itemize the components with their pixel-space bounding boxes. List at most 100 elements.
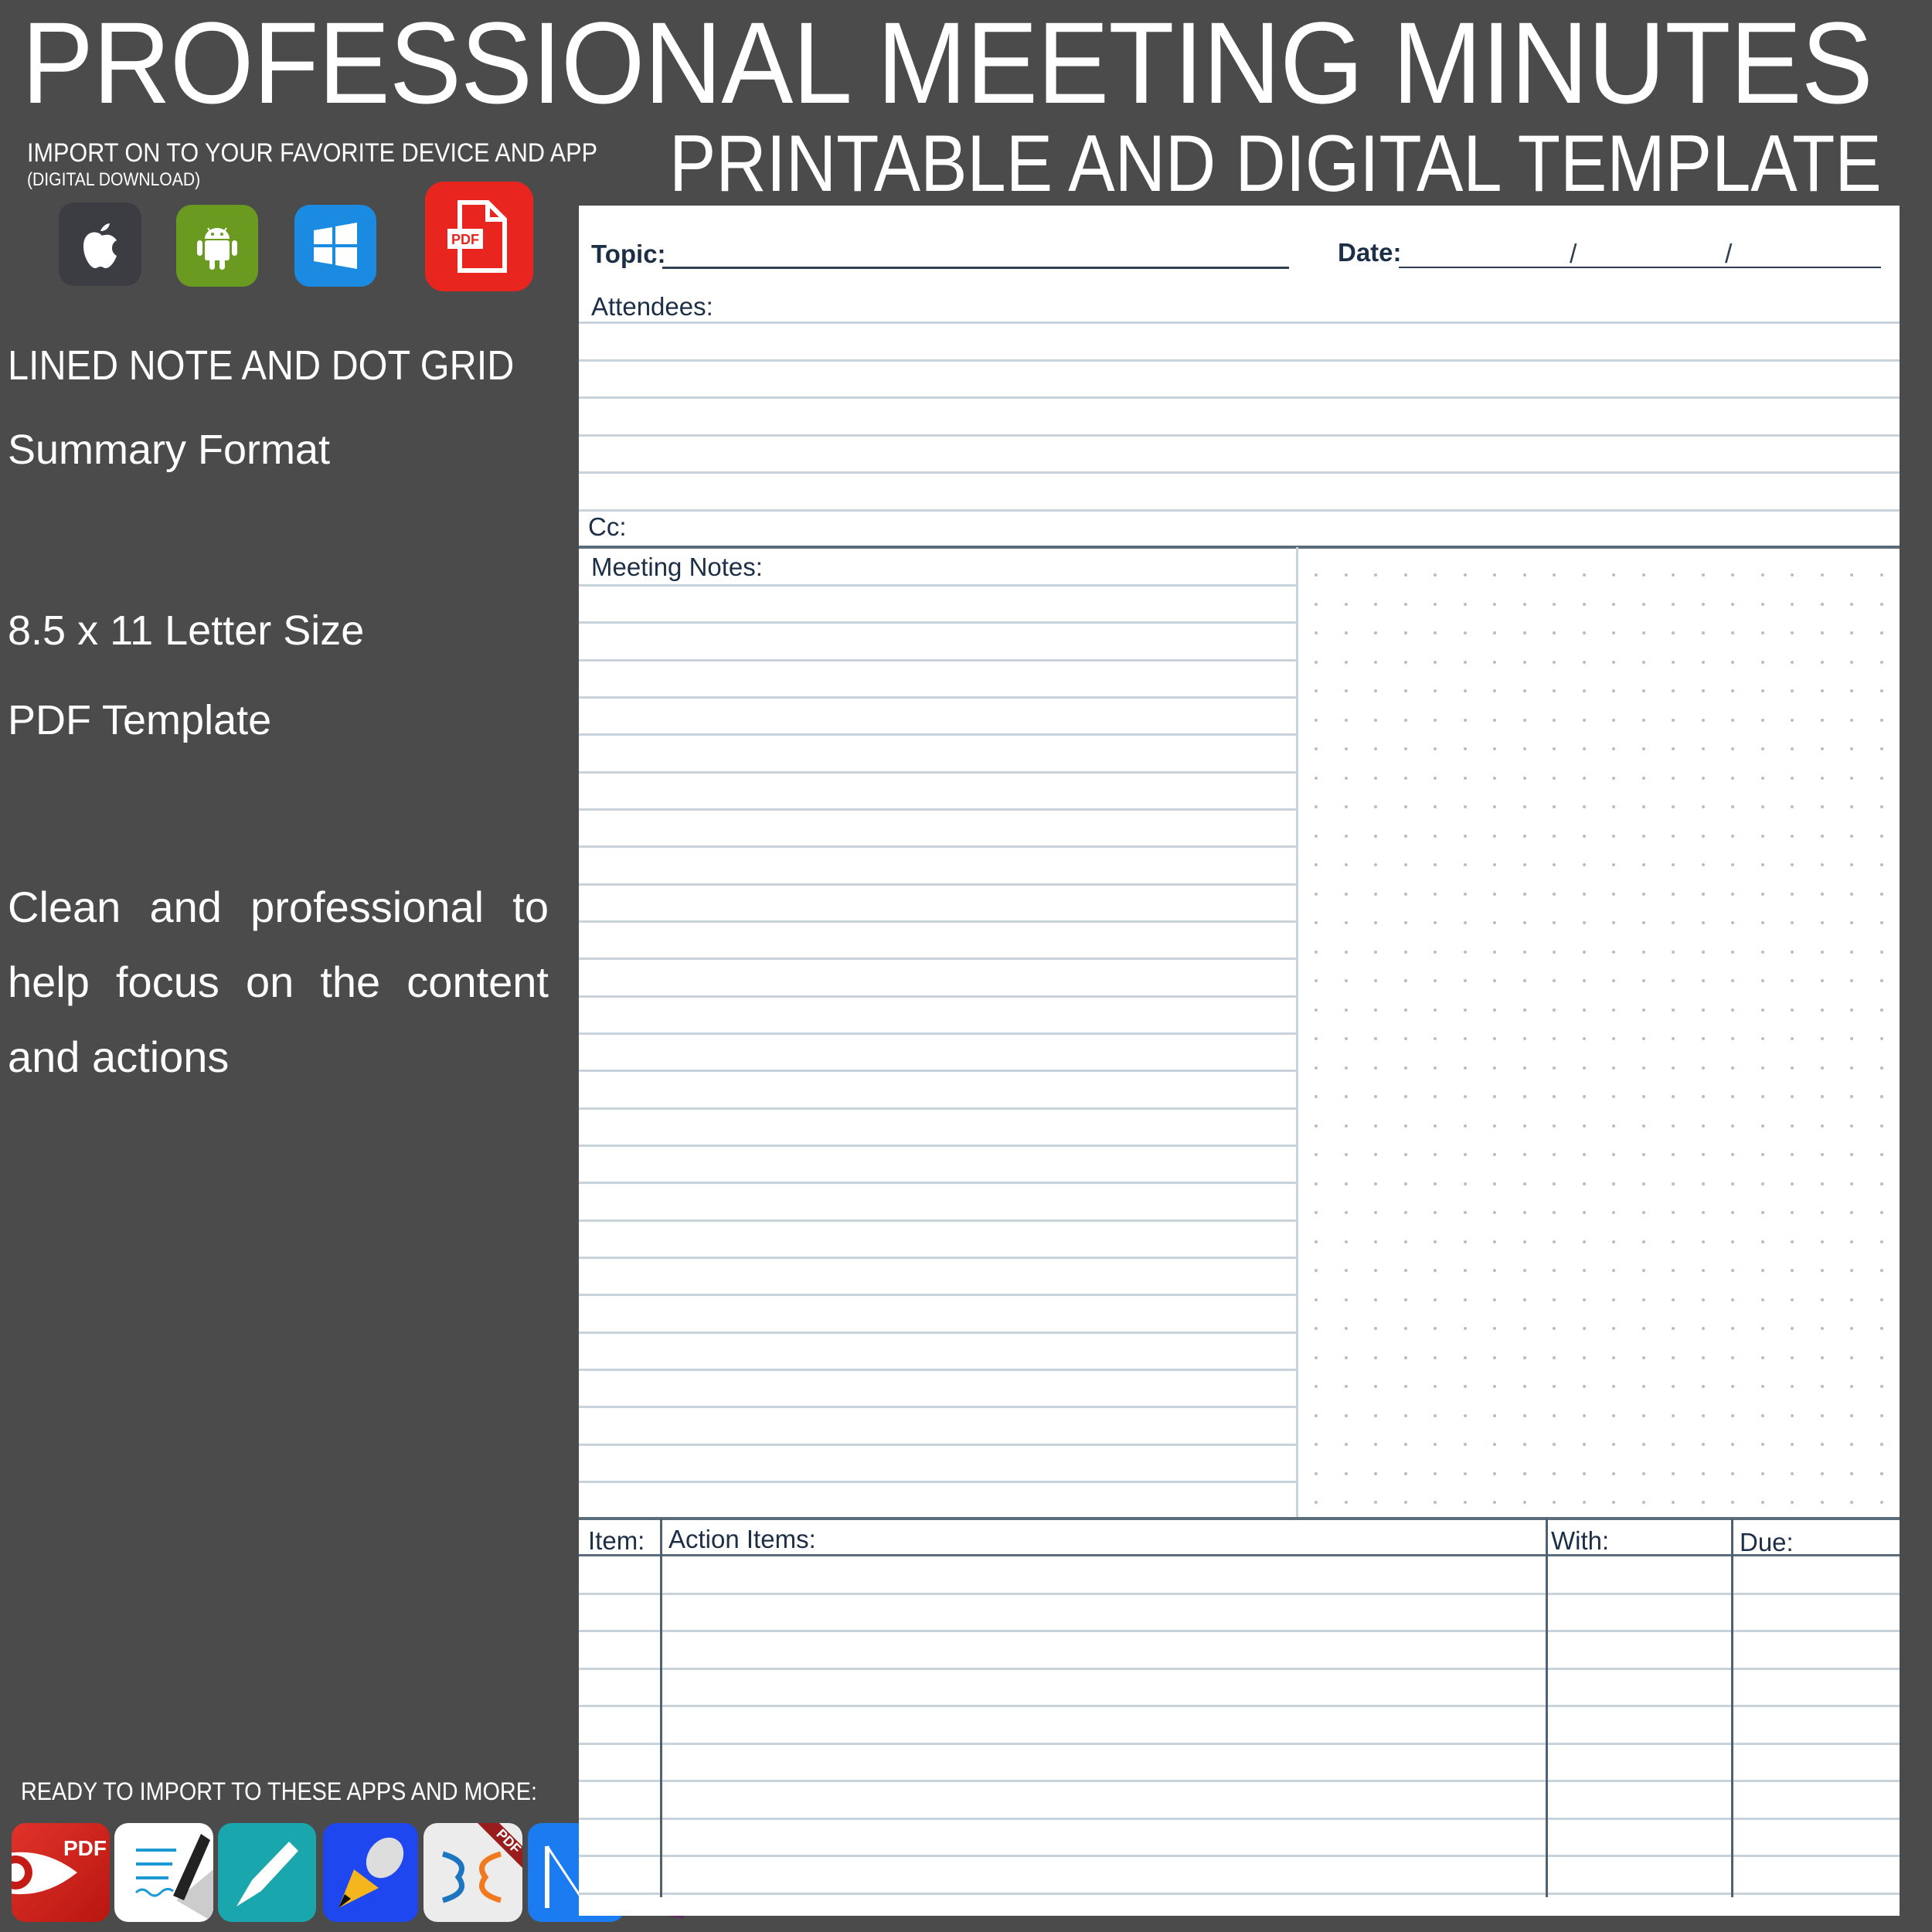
grid-dot bbox=[1791, 1413, 1794, 1417]
grid-dot bbox=[1641, 631, 1645, 634]
grid-dot bbox=[1344, 892, 1348, 896]
notes-line bbox=[579, 1070, 1296, 1073]
grid-dot bbox=[1403, 1240, 1407, 1243]
pdf-icon-label: PDF bbox=[451, 232, 479, 247]
grid-dot bbox=[1879, 602, 1883, 606]
grid-dot bbox=[1315, 631, 1318, 634]
grid-dot bbox=[1731, 747, 1734, 750]
grid-dot bbox=[1403, 573, 1407, 577]
grid-dot bbox=[1582, 1037, 1586, 1040]
grid-dot bbox=[1493, 834, 1496, 838]
grid-dot bbox=[1731, 979, 1734, 982]
grid-dot bbox=[1434, 1413, 1437, 1417]
grid-dot bbox=[1641, 747, 1645, 750]
grid-dot bbox=[1463, 805, 1467, 808]
grid-dot bbox=[1701, 1066, 1705, 1070]
grid-dot bbox=[1315, 1327, 1318, 1330]
grid-dot bbox=[1760, 776, 1764, 780]
grid-dot bbox=[1879, 631, 1883, 634]
grid-dot bbox=[1434, 1211, 1437, 1214]
grid-dot bbox=[1553, 602, 1556, 606]
grid-dot bbox=[1344, 747, 1348, 750]
grid-dot bbox=[1850, 573, 1853, 577]
grid-dot bbox=[1463, 1124, 1467, 1128]
grid-dot bbox=[1374, 689, 1377, 692]
grid-dot bbox=[1612, 1153, 1615, 1156]
grid-dot bbox=[1315, 602, 1318, 606]
grid-dot bbox=[1672, 1327, 1675, 1330]
grid-dot bbox=[1612, 1240, 1615, 1243]
grid-dot bbox=[1879, 1413, 1883, 1417]
grid-dot bbox=[1434, 747, 1437, 750]
feature-pdf-template: PDF Template bbox=[8, 697, 272, 743]
grid-dot bbox=[1850, 863, 1853, 866]
grid-dot bbox=[1879, 1443, 1883, 1446]
grid-dot bbox=[1879, 1269, 1883, 1272]
grid-dot bbox=[1760, 747, 1764, 750]
grid-dot bbox=[1315, 776, 1318, 780]
grid-dot bbox=[1344, 776, 1348, 780]
topic-field[interactable] bbox=[662, 267, 1289, 269]
grid-dot bbox=[1344, 1211, 1348, 1214]
grid-dot bbox=[1760, 602, 1764, 606]
grid-dot bbox=[1434, 863, 1437, 866]
grid-dot bbox=[1522, 1095, 1526, 1098]
grid-dot bbox=[1791, 1298, 1794, 1301]
grid-dot bbox=[1344, 1095, 1348, 1098]
grid-dot bbox=[1582, 834, 1586, 838]
grid-dot bbox=[1463, 718, 1467, 722]
grid-dot bbox=[1612, 834, 1615, 838]
grid-dot bbox=[1641, 689, 1645, 692]
grid-dot bbox=[1403, 921, 1407, 924]
grid-dot bbox=[1791, 805, 1794, 808]
grid-dot bbox=[1612, 1008, 1615, 1012]
grid-dot bbox=[1612, 776, 1615, 780]
grid-dot bbox=[1582, 1385, 1586, 1388]
grid-dot bbox=[1463, 1269, 1467, 1272]
grid-dot bbox=[1672, 892, 1675, 896]
grid-dot bbox=[1701, 950, 1705, 954]
grid-dot bbox=[1493, 1066, 1496, 1070]
grid-dot bbox=[1493, 950, 1496, 954]
grid-dot bbox=[1820, 1443, 1824, 1446]
grid-dot bbox=[1315, 1211, 1318, 1214]
grid-dot bbox=[1701, 1327, 1705, 1330]
grid-dot bbox=[1434, 1124, 1437, 1128]
grid-dot bbox=[1641, 776, 1645, 780]
grid-dot bbox=[1760, 689, 1764, 692]
grid-dot bbox=[1553, 1471, 1556, 1475]
grid-dot bbox=[1879, 1182, 1883, 1185]
grid-dot bbox=[1701, 1095, 1705, 1098]
grid-dot bbox=[1820, 1327, 1824, 1330]
grid-dot bbox=[1582, 573, 1586, 577]
grid-dot bbox=[1760, 1269, 1764, 1272]
grid-dot bbox=[1553, 1211, 1556, 1214]
grid-dot bbox=[1553, 1240, 1556, 1243]
grid-dot bbox=[1315, 1066, 1318, 1070]
grid-dot bbox=[1493, 1037, 1496, 1040]
grid-dot bbox=[1315, 1298, 1318, 1301]
grid-dot bbox=[1791, 1269, 1794, 1272]
grid-dot bbox=[1850, 1211, 1853, 1214]
grid-dot bbox=[1820, 747, 1824, 750]
grid-dot bbox=[1374, 1182, 1377, 1185]
grid-dot bbox=[1879, 1211, 1883, 1214]
grid-dot bbox=[1820, 1066, 1824, 1070]
attendees-label: Attendees: bbox=[591, 292, 713, 321]
grid-dot bbox=[1553, 1355, 1556, 1359]
grid-dot bbox=[1612, 1211, 1615, 1214]
grid-dot bbox=[1582, 1095, 1586, 1098]
grid-dot bbox=[1641, 718, 1645, 722]
grid-dot bbox=[1463, 631, 1467, 634]
grid-dot bbox=[1612, 1124, 1615, 1128]
grid-dot bbox=[1463, 602, 1467, 606]
grid-dot bbox=[1612, 979, 1615, 982]
grid-dot bbox=[1522, 1443, 1526, 1446]
grid-dot bbox=[1493, 1471, 1496, 1475]
grid-dot bbox=[1879, 1095, 1883, 1098]
grid-dot bbox=[1344, 1037, 1348, 1040]
grid-dot bbox=[1493, 631, 1496, 634]
date-field[interactable] bbox=[1399, 267, 1881, 268]
grid-dot bbox=[1760, 1298, 1764, 1301]
grid-dot bbox=[1672, 1095, 1675, 1098]
